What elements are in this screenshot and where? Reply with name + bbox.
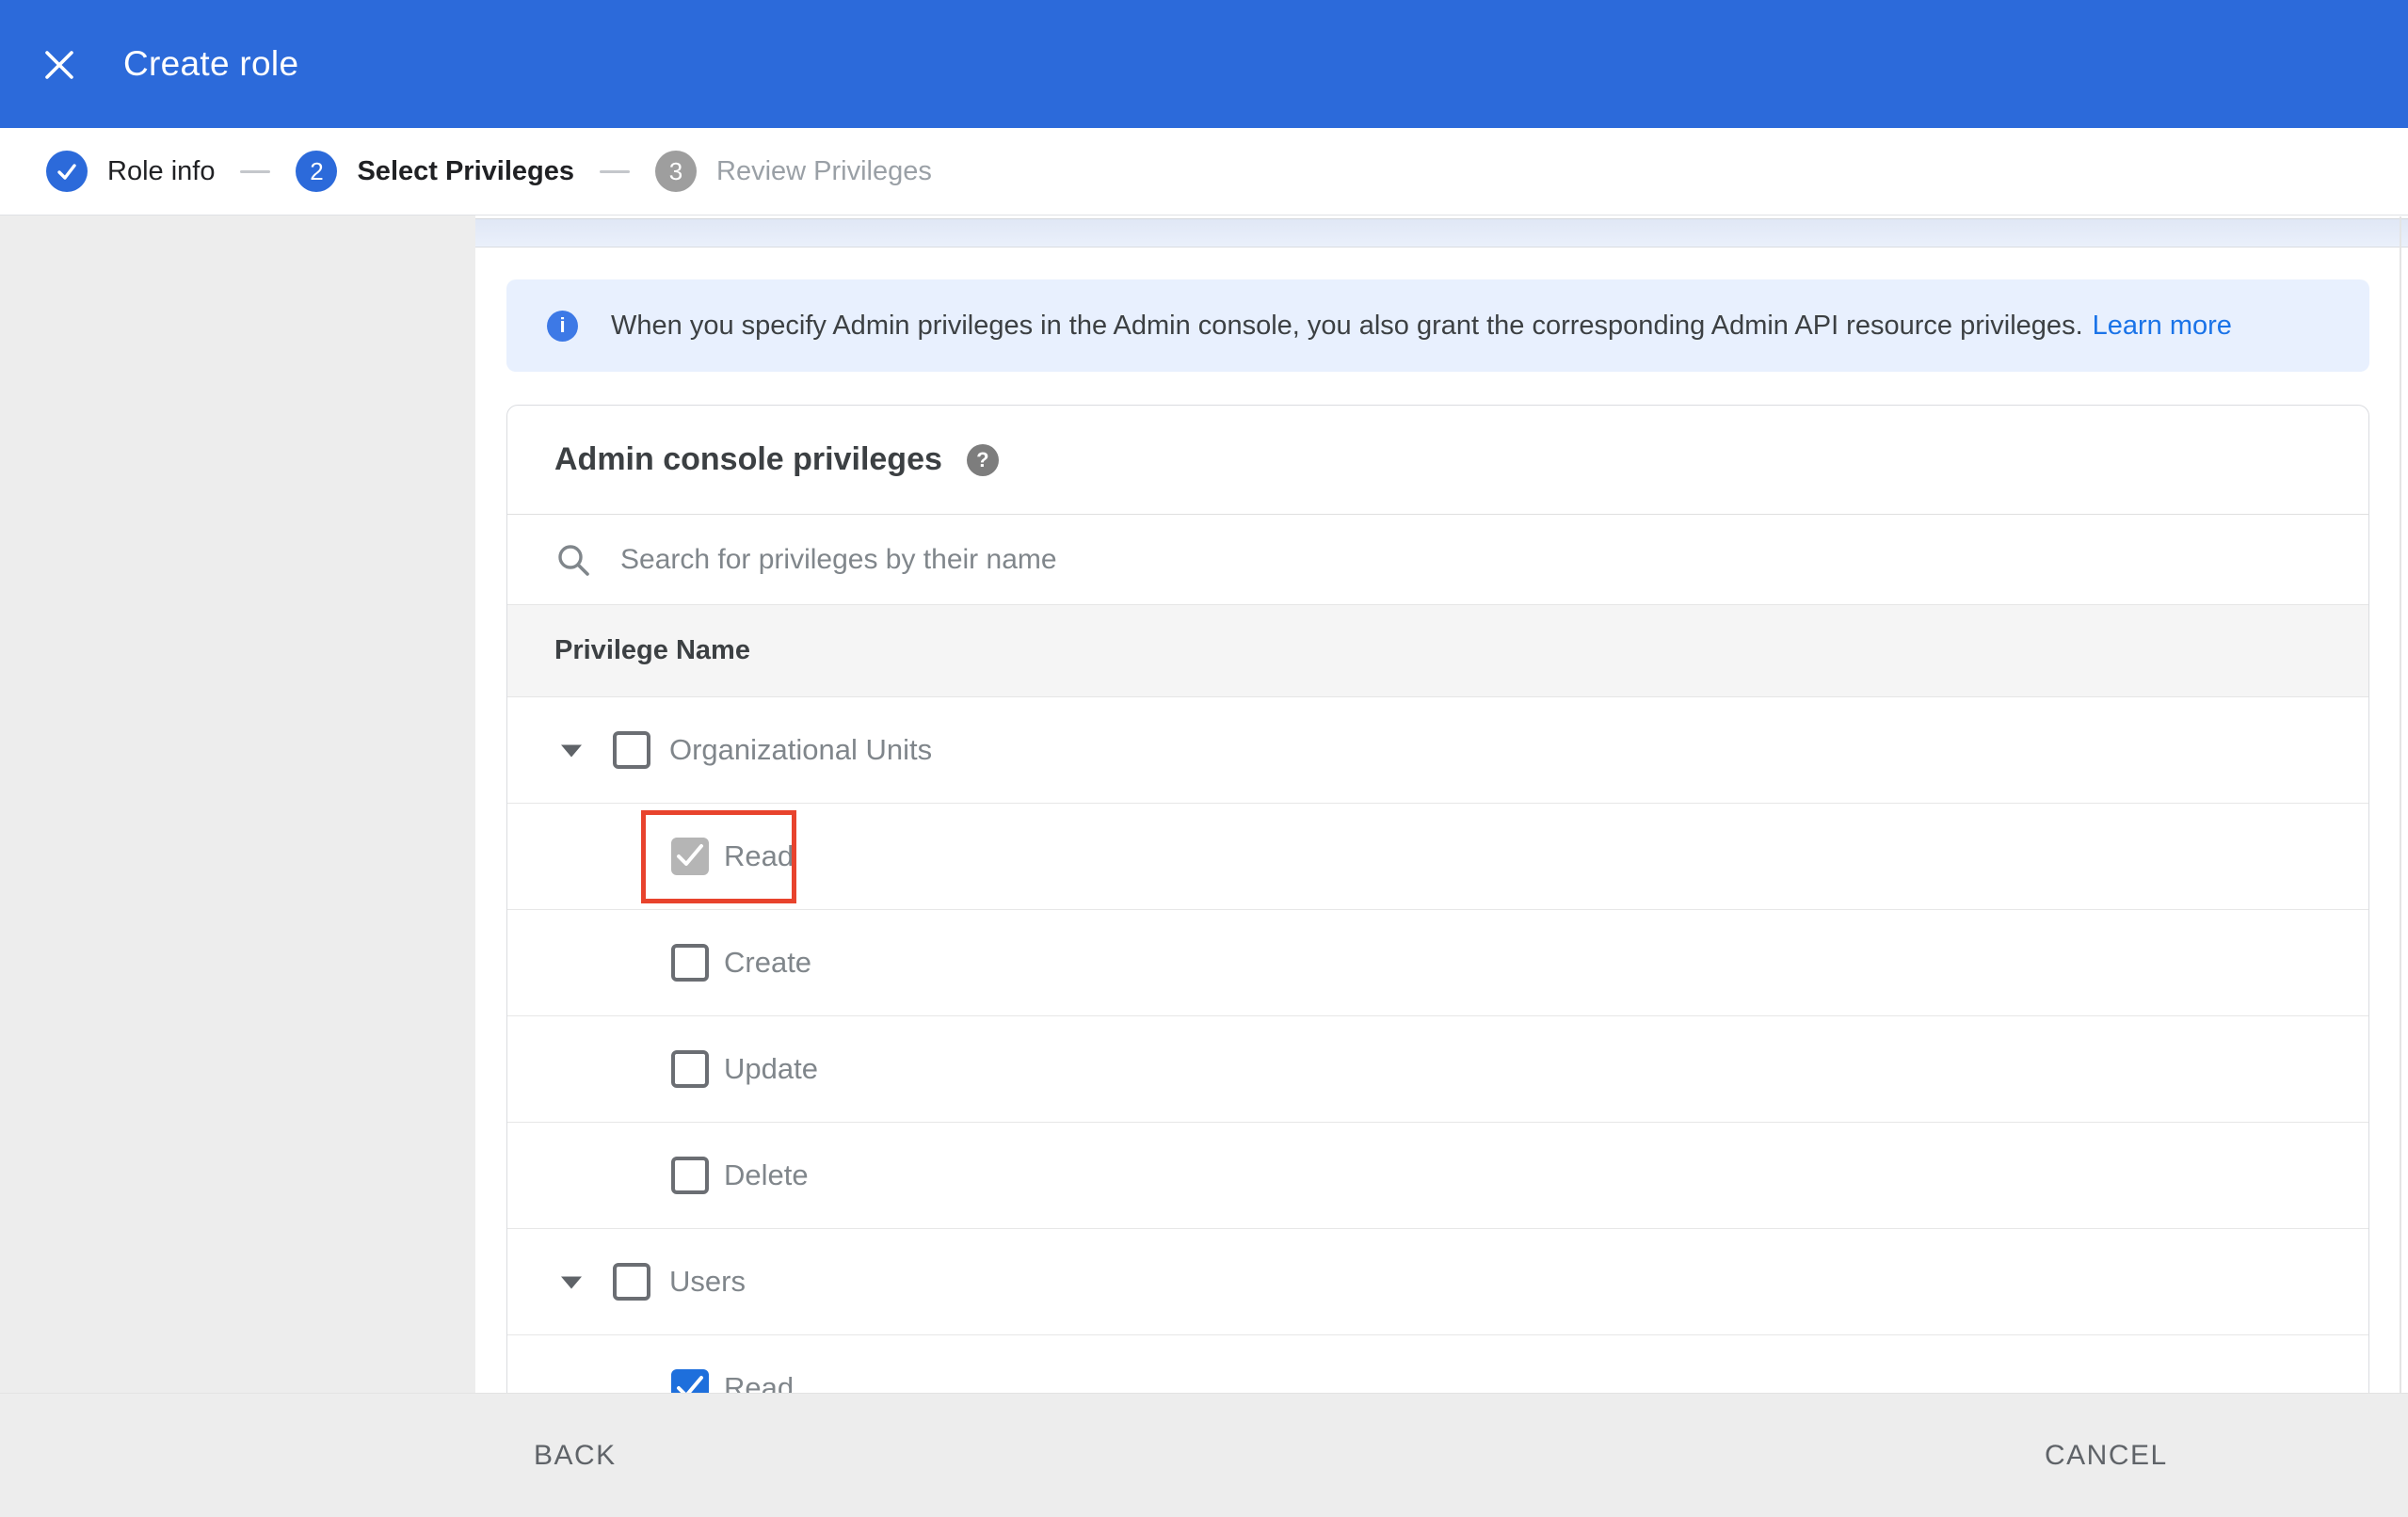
content-pane: i When you specify Admin privileges in t… (475, 216, 2408, 1393)
step-number-badge: 3 (655, 151, 697, 192)
privilege-row-organizational-units: Organizational Units (507, 697, 2368, 804)
users-checkbox[interactable] (613, 1263, 650, 1301)
create-checkbox[interactable] (671, 944, 709, 982)
step-number-badge: 2 (296, 151, 338, 192)
checkmark-icon (677, 1376, 703, 1393)
privilege-row-ou-delete: Delete (507, 1123, 2368, 1229)
read-checkbox-checked[interactable] (671, 838, 709, 875)
scrolled-content-edge (475, 218, 2408, 248)
step-connector (600, 169, 630, 173)
back-button[interactable]: BACK (534, 1394, 617, 1517)
privilege-label: Organizational Units (669, 733, 933, 766)
learn-more-link[interactable]: Learn more (2093, 311, 2232, 341)
admin-console-privileges-card: Admin console privileges ? Privilege Nam… (506, 405, 2369, 1393)
banner-text: When you specify Admin privileges in the… (611, 311, 2232, 342)
privilege-row-users: Users (507, 1229, 2368, 1335)
privilege-row-ou-read: Read (507, 804, 2368, 910)
search-icon (558, 544, 589, 576)
checkmark-icon (677, 844, 703, 866)
privilege-label: Create (724, 946, 812, 979)
users-read-checkbox-checked[interactable] (671, 1369, 709, 1393)
privilege-row-users-read: Read (507, 1335, 2368, 1393)
step-select-privileges[interactable]: 2 Select Privileges (296, 151, 574, 192)
step-label: Role info (107, 155, 216, 186)
card-title: Admin console privileges (554, 441, 942, 477)
close-x-glyph (45, 51, 73, 79)
footer-action-bar: BACK CANCEL CONTINUE (0, 1393, 2408, 1517)
workspace-background: i When you specify Admin privileges in t… (0, 216, 2408, 1517)
privilege-label: Users (669, 1265, 746, 1298)
banner-message: When you specify Admin privileges in the… (611, 310, 2083, 341)
delete-checkbox[interactable] (671, 1157, 709, 1194)
privilege-name-column-header: Privilege Name (507, 605, 2368, 697)
create-role-dialog: Create role Role info 2 Select Privilege… (0, 0, 2408, 1517)
privilege-label: Read (724, 1371, 795, 1393)
collapse-triangle-icon[interactable] (561, 1276, 582, 1289)
wizard-stepper: Role info 2 Select Privileges 3 Review P… (0, 128, 2408, 216)
step-connector (240, 169, 271, 173)
privilege-label: Read (724, 839, 795, 872)
privilege-label: Delete (724, 1158, 809, 1191)
privilege-search-input[interactable] (620, 543, 2032, 576)
organizational-units-checkbox[interactable] (613, 731, 650, 769)
cancel-button[interactable]: CANCEL (2045, 1394, 2168, 1517)
privilege-row-ou-create: Create (507, 910, 2368, 1016)
step-role-info[interactable]: Role info (46, 151, 215, 192)
help-icon[interactable]: ? (966, 443, 999, 476)
step-label: Select Privileges (357, 155, 574, 186)
card-header: Admin console privileges ? (507, 406, 2368, 515)
collapse-triangle-icon[interactable] (561, 744, 582, 758)
step-review-privileges[interactable]: 3 Review Privileges (655, 151, 932, 192)
app-bar: Create role (0, 0, 2408, 128)
privilege-row-ou-update: Update (507, 1016, 2368, 1123)
scrollbar[interactable] (2400, 216, 2401, 1393)
close-icon[interactable] (40, 45, 79, 85)
privilege-label: Update (724, 1052, 818, 1085)
privilege-search-row (507, 515, 2368, 605)
update-checkbox[interactable] (671, 1050, 709, 1088)
step-label: Review Privileges (716, 155, 932, 186)
info-banner: i When you specify Admin privileges in t… (506, 279, 2369, 372)
step-complete-check-icon (46, 151, 88, 192)
page-title: Create role (123, 44, 299, 83)
info-icon: i (547, 310, 578, 342)
